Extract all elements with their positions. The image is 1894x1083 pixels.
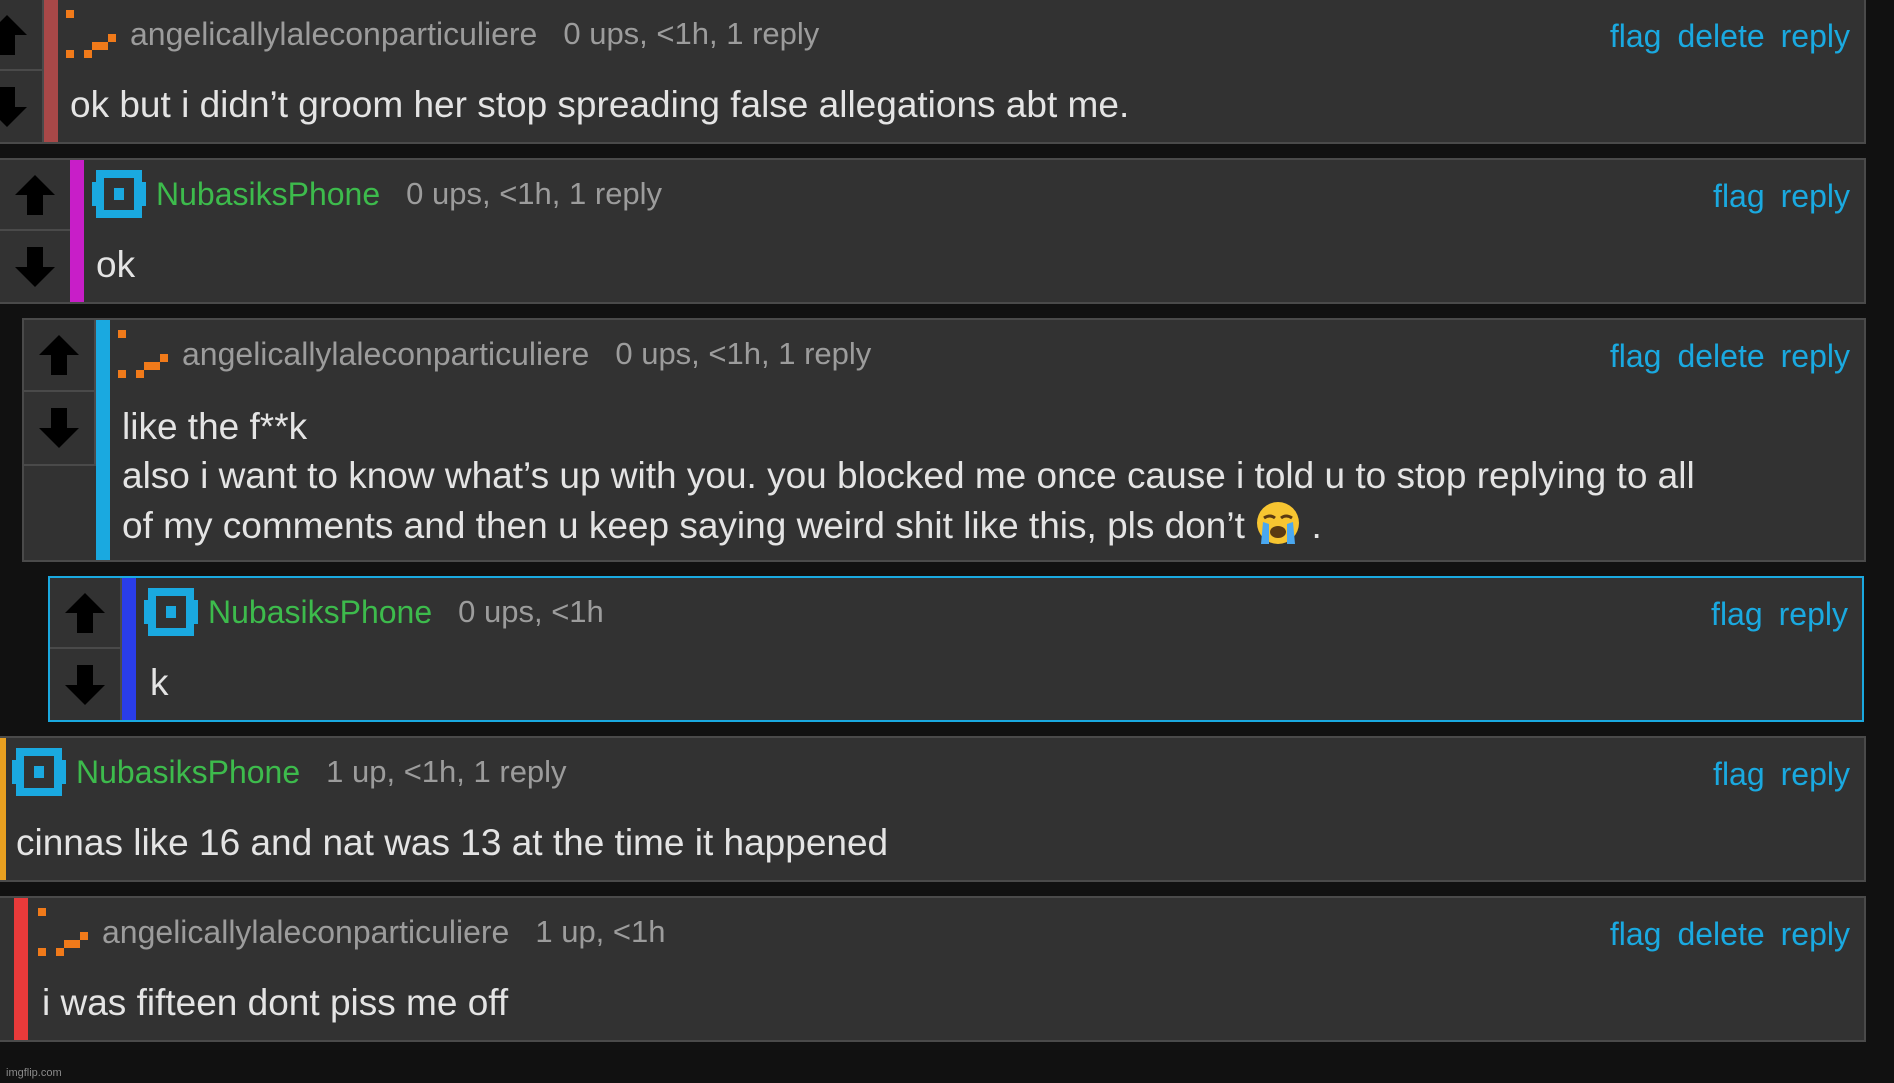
arrow-up-icon xyxy=(63,591,107,635)
comment-line-text: of my comments and then u keep saying we… xyxy=(122,505,1245,546)
flag-link[interactable]: flag xyxy=(1713,178,1765,215)
reply-link[interactable]: reply xyxy=(1781,178,1850,215)
downvote-button[interactable] xyxy=(0,71,42,142)
reply-link[interactable]: reply xyxy=(1781,756,1850,793)
username[interactable]: angelicallylaleconparticuliere xyxy=(130,16,537,53)
comment-1: angelicallylaleconparticuliere 0 ups, <1… xyxy=(0,0,1866,144)
reply-link[interactable]: reply xyxy=(1781,338,1850,375)
arrow-down-icon xyxy=(63,663,107,707)
comment-text: i was fifteen dont piss me off xyxy=(42,982,509,1023)
comment-4: NubasiksPhone 0 ups, <1h flag reply k xyxy=(48,576,1864,722)
comment-meta: 1 up, <1h, 1 reply xyxy=(326,754,567,789)
vote-column xyxy=(0,0,44,142)
vote-column xyxy=(24,320,96,466)
comment-actions: flag delete reply xyxy=(1610,916,1850,953)
comment-actions: flag reply xyxy=(1711,596,1848,633)
comment-actions: flag reply xyxy=(1713,756,1850,793)
flag-link[interactable]: flag xyxy=(1610,18,1662,55)
reply-link[interactable]: reply xyxy=(1781,916,1850,953)
comment-text: like the f**k also i want to know what’s… xyxy=(122,402,1695,550)
arrow-down-icon xyxy=(0,85,29,129)
upvote-button[interactable] xyxy=(50,578,120,649)
thread-bar xyxy=(96,320,110,560)
orange-stairs-avatar-icon[interactable] xyxy=(36,906,94,958)
comment-line: also i want to know what’s up with you. … xyxy=(122,455,1695,496)
flag-link[interactable]: flag xyxy=(1610,916,1662,953)
comment-header: angelicallylaleconparticuliere 0 ups, <1… xyxy=(116,334,871,374)
thread-bar xyxy=(122,578,136,720)
vote-column xyxy=(0,160,72,302)
comment-5: NubasiksPhone 1 up, <1h, 1 reply flag re… xyxy=(0,736,1866,882)
comment-header: NubasiksPhone 0 ups, <1h xyxy=(142,592,604,632)
flag-link[interactable]: flag xyxy=(1610,338,1662,375)
username[interactable]: NubasiksPhone xyxy=(76,754,300,791)
comment-actions: flag reply xyxy=(1713,178,1850,215)
upvote-button[interactable] xyxy=(24,320,94,392)
username[interactable]: angelicallylaleconparticuliere xyxy=(102,914,509,951)
comment-text: k xyxy=(150,662,169,703)
delete-link[interactable]: delete xyxy=(1677,338,1764,375)
watermark: imgflip.com xyxy=(6,1067,62,1079)
arrow-up-icon xyxy=(0,13,29,57)
comment-line: of my comments and then u keep saying we… xyxy=(122,500,1695,550)
comment-header: angelicallylaleconparticuliere 0 ups, <1… xyxy=(64,14,819,54)
thread-bar xyxy=(0,738,6,880)
comment-actions: flag delete reply xyxy=(1610,18,1850,55)
comment-meta: 1 up, <1h xyxy=(535,914,666,949)
delete-link[interactable]: delete xyxy=(1677,916,1764,953)
comment-text: ok xyxy=(96,244,136,285)
flag-link[interactable]: flag xyxy=(1713,756,1765,793)
blue-square-avatar-icon[interactable] xyxy=(142,586,200,638)
downvote-button[interactable] xyxy=(0,231,70,302)
comment-meta: 0 ups, <1h xyxy=(458,594,604,629)
vote-column xyxy=(50,578,122,720)
downvote-button[interactable] xyxy=(24,392,94,464)
comment-2: NubasiksPhone 0 ups, <1h, 1 reply flag r… xyxy=(0,158,1866,304)
arrow-down-icon xyxy=(37,406,81,450)
comment-actions: flag delete reply xyxy=(1610,338,1850,375)
thread-bar xyxy=(70,160,84,302)
blue-square-avatar-icon[interactable] xyxy=(90,168,148,220)
downvote-button[interactable] xyxy=(50,649,120,720)
thread-bar xyxy=(44,0,58,142)
comment-text: cinnas like 16 and nat was 13 at the tim… xyxy=(16,822,889,863)
upvote-button[interactable] xyxy=(0,160,70,231)
delete-link[interactable]: delete xyxy=(1677,18,1764,55)
comment-3: angelicallylaleconparticuliere 0 ups, <1… xyxy=(22,318,1866,562)
comment-text: ok but i didn’t groom her stop spreading… xyxy=(70,84,1130,125)
username[interactable]: NubasiksPhone xyxy=(208,594,432,631)
comment-line: like the f**k xyxy=(122,406,308,447)
thread-bar xyxy=(14,898,28,1040)
loudly-crying-face-icon xyxy=(1257,502,1300,544)
comment-meta: 0 ups, <1h, 1 reply xyxy=(615,336,872,371)
comment-meta: 0 ups, <1h, 1 reply xyxy=(563,16,820,51)
comment-header: NubasiksPhone 1 up, <1h, 1 reply xyxy=(10,752,567,792)
upvote-button[interactable] xyxy=(0,0,42,71)
comment-line-end: . xyxy=(1301,505,1322,546)
blue-square-avatar-icon[interactable] xyxy=(10,746,68,798)
orange-stairs-avatar-icon[interactable] xyxy=(116,328,174,380)
arrow-up-icon xyxy=(37,333,81,377)
username[interactable]: NubasiksPhone xyxy=(156,176,380,213)
comment-header: NubasiksPhone 0 ups, <1h, 1 reply xyxy=(90,174,662,214)
arrow-up-icon xyxy=(13,173,57,217)
orange-stairs-avatar-icon[interactable] xyxy=(64,8,122,60)
reply-link[interactable]: reply xyxy=(1781,18,1850,55)
flag-link[interactable]: flag xyxy=(1711,596,1763,633)
username[interactable]: angelicallylaleconparticuliere xyxy=(182,336,589,373)
comment-header: angelicallylaleconparticuliere 1 up, <1h xyxy=(36,912,666,952)
comment-6: angelicallylaleconparticuliere 1 up, <1h… xyxy=(0,896,1866,1042)
reply-link[interactable]: reply xyxy=(1779,596,1848,633)
comment-meta: 0 ups, <1h, 1 reply xyxy=(406,176,663,211)
arrow-down-icon xyxy=(13,245,57,289)
